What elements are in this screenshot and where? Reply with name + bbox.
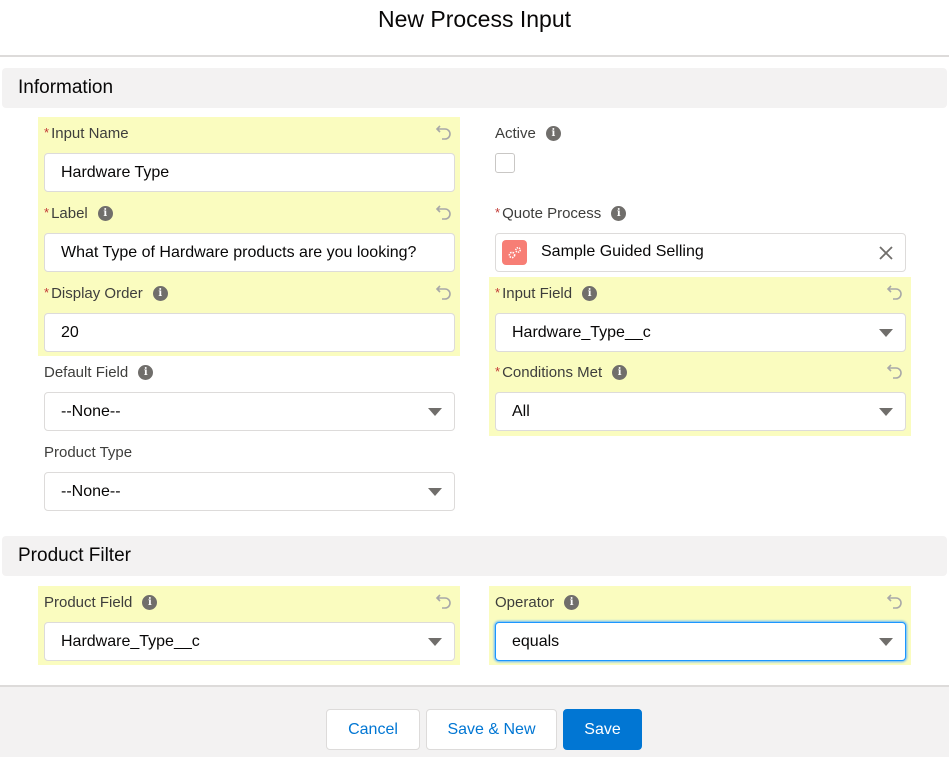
required-marker: * [44, 124, 50, 140]
label-text: Active [495, 124, 536, 142]
lookup-value: Sample Guided Selling [541, 243, 704, 260]
label-text: Input Field [502, 284, 573, 302]
label-text: Default Field [44, 363, 129, 381]
field-label: Product Field i [44, 592, 158, 612]
undo-icon[interactable] [435, 203, 453, 221]
select-value: --None-- [61, 402, 121, 420]
label-text: Operator [495, 593, 555, 611]
info-icon[interactable]: i [611, 205, 627, 221]
display-order-input[interactable]: 20 [44, 313, 455, 352]
input-name-field[interactable]: Hardware Type [44, 153, 455, 192]
required-marker: * [495, 284, 501, 300]
modal-header: New Process Input [0, 0, 949, 57]
label-text: Product Type [44, 443, 133, 461]
conditions-met-select[interactable]: All [495, 392, 906, 431]
undo-icon[interactable] [886, 592, 904, 610]
field-label: Active i [495, 123, 561, 143]
close-icon[interactable] [877, 244, 895, 262]
required-marker: * [495, 204, 501, 220]
info-icon[interactable]: i [564, 594, 580, 610]
undo-icon[interactable] [435, 283, 453, 301]
label-text: Display Order [51, 284, 143, 302]
label-text: Conditions Met [502, 363, 603, 381]
undo-icon[interactable] [435, 592, 453, 610]
field-label: * Input Field i [492, 283, 598, 303]
undo-icon[interactable] [886, 283, 904, 301]
section-product-filter[interactable]: Product Filter [2, 536, 947, 576]
select-value: All [512, 402, 530, 420]
modal-footer: Cancel Save & New Save [0, 685, 949, 757]
label-text: Label [51, 204, 88, 222]
info-icon[interactable]: i [152, 285, 168, 301]
operator-select[interactable]: equals [495, 622, 906, 661]
gears-icon [502, 240, 527, 265]
select-value: --None-- [61, 482, 121, 500]
select-value: equals [512, 632, 560, 650]
required-marker: * [495, 363, 501, 379]
field-label: Product Type [44, 442, 132, 462]
chevron-down-icon [879, 638, 893, 646]
section-information[interactable]: Information [2, 68, 947, 108]
select-value: Hardware_Type__c [512, 323, 651, 341]
label-text: Quote Process [502, 204, 602, 222]
field-label: * Input Name [41, 123, 129, 143]
chevron-down-icon [879, 329, 893, 337]
label-text: Input Name [51, 124, 129, 142]
field-label: * Quote Process i [492, 203, 627, 223]
default-field-select[interactable]: --None-- [44, 392, 455, 431]
required-marker: * [44, 284, 50, 300]
save-new-button[interactable]: Save & New [426, 709, 557, 750]
field-label: Operator i [495, 592, 580, 612]
info-icon[interactable]: i [582, 285, 598, 301]
label-input[interactable]: What Type of Hardware products are you l… [44, 233, 455, 272]
quote-process-lookup[interactable]: Sample Guided Selling [495, 233, 906, 272]
select-value: Hardware_Type__c [61, 632, 200, 650]
product-type-select[interactable]: --None-- [44, 472, 455, 511]
field-label: * Display Order i [41, 283, 168, 303]
chevron-down-icon [879, 408, 893, 416]
undo-icon[interactable] [886, 362, 904, 380]
chevron-down-icon [428, 488, 442, 496]
label-text: Product Field [44, 593, 133, 611]
input-field-select[interactable]: Hardware_Type__c [495, 313, 906, 352]
field-label: Default Field i [44, 362, 154, 382]
field-label: * Conditions Met i [492, 362, 628, 382]
info-icon[interactable]: i [612, 364, 628, 380]
chevron-down-icon [428, 638, 442, 646]
undo-icon[interactable] [435, 123, 453, 141]
info-icon[interactable]: i [545, 125, 561, 141]
cancel-button[interactable]: Cancel [326, 709, 420, 750]
modal-title: New Process Input [377, 6, 572, 32]
info-icon[interactable]: i [138, 364, 154, 380]
save-button[interactable]: Save [563, 709, 642, 750]
field-label-text: * Label i [41, 203, 113, 223]
active-checkbox[interactable] [495, 153, 515, 173]
product-field-select[interactable]: Hardware_Type__c [44, 622, 455, 661]
info-icon[interactable]: i [142, 594, 158, 610]
info-icon[interactable]: i [97, 205, 113, 221]
required-marker: * [44, 204, 50, 220]
chevron-down-icon [428, 408, 442, 416]
